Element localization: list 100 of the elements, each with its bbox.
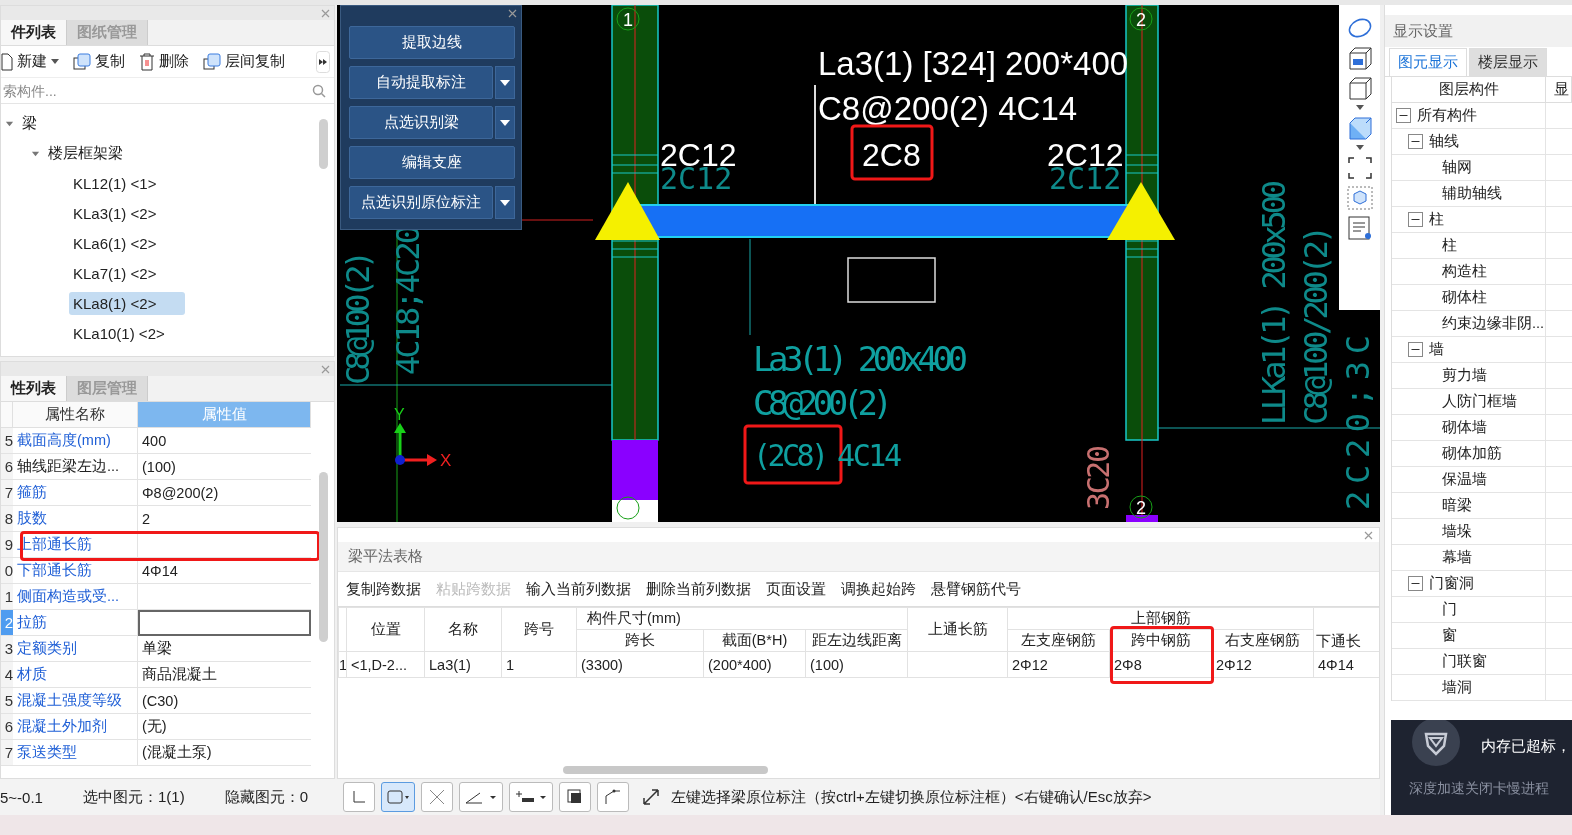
palette-button[interactable]: 点选识别原位标注	[349, 186, 493, 219]
collapse-icon[interactable]	[1408, 342, 1423, 357]
layer-item[interactable]: 暗梁	[1442, 496, 1472, 515]
table-cell[interactable]: 1	[501, 651, 577, 678]
layer-item[interactable]: 门联窗	[1442, 652, 1487, 671]
layer-item[interactable]: 轴线	[1429, 132, 1459, 151]
toolbar-button[interactable]: 层间复制	[203, 52, 285, 71]
caret-icon[interactable]	[1355, 145, 1364, 151]
property-value[interactable]: 400	[138, 428, 311, 454]
layer-item[interactable]: 辅助轴线	[1442, 184, 1502, 203]
table-cell[interactable]: (3300)	[576, 651, 704, 678]
close-icon[interactable]	[1364, 531, 1373, 540]
tab[interactable]: 楼层显示	[1469, 48, 1547, 76]
toolbar-button[interactable]: 输入当前列数据	[526, 579, 631, 599]
property-value[interactable]: (混凝土泵)	[138, 740, 311, 766]
layer-item[interactable]: 幕墙	[1442, 548, 1472, 567]
scrollbar-thumb[interactable]	[319, 119, 328, 169]
tree-item[interactable]: KLa6(1) <2>	[69, 231, 161, 255]
tree-item[interactable]: 楼层框架梁	[44, 140, 127, 166]
collapse-icon[interactable]	[1408, 576, 1423, 591]
layer-item[interactable]: 剪力墙	[1442, 366, 1487, 385]
palette-button[interactable]: 编辑支座	[349, 146, 515, 179]
table-cell[interactable]: (100)	[805, 651, 908, 678]
palette-button[interactable]: 点选识别梁	[349, 106, 493, 139]
table-cell[interactable]: <1,D-2...	[346, 651, 425, 678]
tree-item[interactable]: KLa10(1) <2>	[69, 321, 169, 345]
layer-item[interactable]: 墙垛	[1442, 522, 1472, 541]
caret-icon[interactable]	[1355, 105, 1364, 111]
property-value[interactable]: (C30)	[138, 688, 311, 714]
property-value[interactable]: Φ8@200(2)	[138, 480, 311, 506]
toolbar-button[interactable]: 调换起始跨	[841, 579, 916, 599]
tool-button[interactable]	[559, 782, 591, 812]
tab[interactable]: 件列表	[1, 20, 67, 45]
dropdown-button[interactable]	[495, 66, 515, 99]
layer-item[interactable]: 砌体墙	[1442, 418, 1487, 437]
dropdown-button[interactable]	[495, 106, 515, 139]
search-field[interactable]: 索构件...	[1, 81, 312, 100]
tree-item[interactable]: KLa8(1) <2>	[69, 291, 185, 315]
property-value[interactable]: 单梁	[138, 636, 311, 662]
caret-icon[interactable]	[51, 58, 59, 65]
scrollbar-thumb[interactable]	[563, 766, 768, 774]
toolbar-button[interactable]: 删除当前列数据	[646, 579, 751, 599]
table-cell[interactable]: 2Φ12	[1211, 651, 1314, 678]
column-header: 下通长	[1313, 607, 1379, 652]
property-name: 下部通长筋	[13, 558, 138, 584]
scrollbar-thumb[interactable]	[319, 472, 328, 642]
table-cell[interactable]: 2Φ12	[1007, 651, 1110, 678]
layer-item[interactable]: 墙洞	[1442, 678, 1472, 697]
tool-button[interactable]	[509, 782, 553, 812]
layer-item[interactable]: 所有构件	[1417, 106, 1477, 125]
tab[interactable]: 图元显示	[1389, 48, 1467, 76]
cube-icon[interactable]	[1345, 185, 1374, 211]
fullscreen-icon[interactable]	[1345, 155, 1374, 181]
layer-item[interactable]: 墙	[1429, 340, 1444, 359]
property-value[interactable]: (100)	[138, 454, 311, 480]
more-icon[interactable]	[316, 50, 330, 73]
layer-item[interactable]: 柱	[1442, 236, 1457, 255]
layer-item[interactable]: 门	[1442, 600, 1457, 619]
table-cell[interactable]: La3(1)	[424, 651, 502, 678]
toolbar-button[interactable]: 删除	[139, 52, 189, 71]
collapse-icon[interactable]	[1408, 212, 1423, 227]
toolbar-button[interactable]: 复制跨数据	[346, 579, 421, 599]
search-icon[interactable]	[312, 83, 326, 98]
table-cell[interactable]: (200*400)	[703, 651, 806, 678]
list-view-icon[interactable]	[1345, 215, 1374, 241]
layer-item[interactable]: 砌体柱	[1442, 288, 1487, 307]
plus-bar-icon	[514, 789, 548, 805]
tree-item[interactable]: KLa7(1) <2>	[69, 261, 161, 285]
property-value[interactable]	[138, 610, 311, 636]
collapse-icon[interactable]	[1396, 108, 1411, 123]
palette-button[interactable]: 提取边线	[349, 26, 515, 59]
tree-item[interactable]: 梁	[18, 110, 41, 136]
toolbar-button[interactable]: 页面设置	[766, 579, 826, 599]
toolbar-button[interactable]: 新建	[1, 52, 59, 71]
property-value[interactable]: 2	[138, 506, 311, 532]
property-value[interactable]: 商品混凝土	[138, 662, 311, 688]
layer-item[interactable]: 窗	[1442, 626, 1457, 645]
tab[interactable]: 性列表	[1, 376, 67, 401]
axis-bubble	[616, 7, 640, 31]
layer-item[interactable]: 构造柱	[1442, 262, 1487, 281]
close-icon[interactable]	[508, 9, 517, 18]
layer-item[interactable]: 保温墙	[1442, 470, 1487, 489]
copy-icon	[203, 52, 221, 71]
palette-button[interactable]: 自动提取标注	[349, 66, 493, 99]
row-number: 1	[1, 584, 13, 610]
dropdown-button[interactable]	[495, 186, 515, 219]
toolbar-button[interactable]: 悬臂钢筋代号	[931, 579, 1021, 599]
layer-item[interactable]: 门窗洞	[1429, 574, 1474, 593]
tree-item[interactable]: KLa3(1) <2>	[69, 201, 161, 225]
collapse-icon[interactable]	[1408, 134, 1423, 149]
layer-item[interactable]: 约束边缘非阴...	[1442, 314, 1545, 333]
column-header: 显	[1546, 77, 1572, 103]
toolbar-button[interactable]: 复制	[73, 52, 125, 71]
layer-item[interactable]: 砌体加筋	[1442, 444, 1502, 463]
tree-item[interactable]: KL12(1) <1>	[69, 171, 161, 195]
layer-item[interactable]: 轴网	[1442, 158, 1472, 177]
property-value[interactable]: (无)	[138, 714, 311, 740]
layer-item[interactable]: 柱	[1429, 210, 1444, 229]
layer-item[interactable]: 人防门框墙	[1442, 392, 1517, 411]
property-value[interactable]: 4Φ14	[138, 558, 311, 584]
